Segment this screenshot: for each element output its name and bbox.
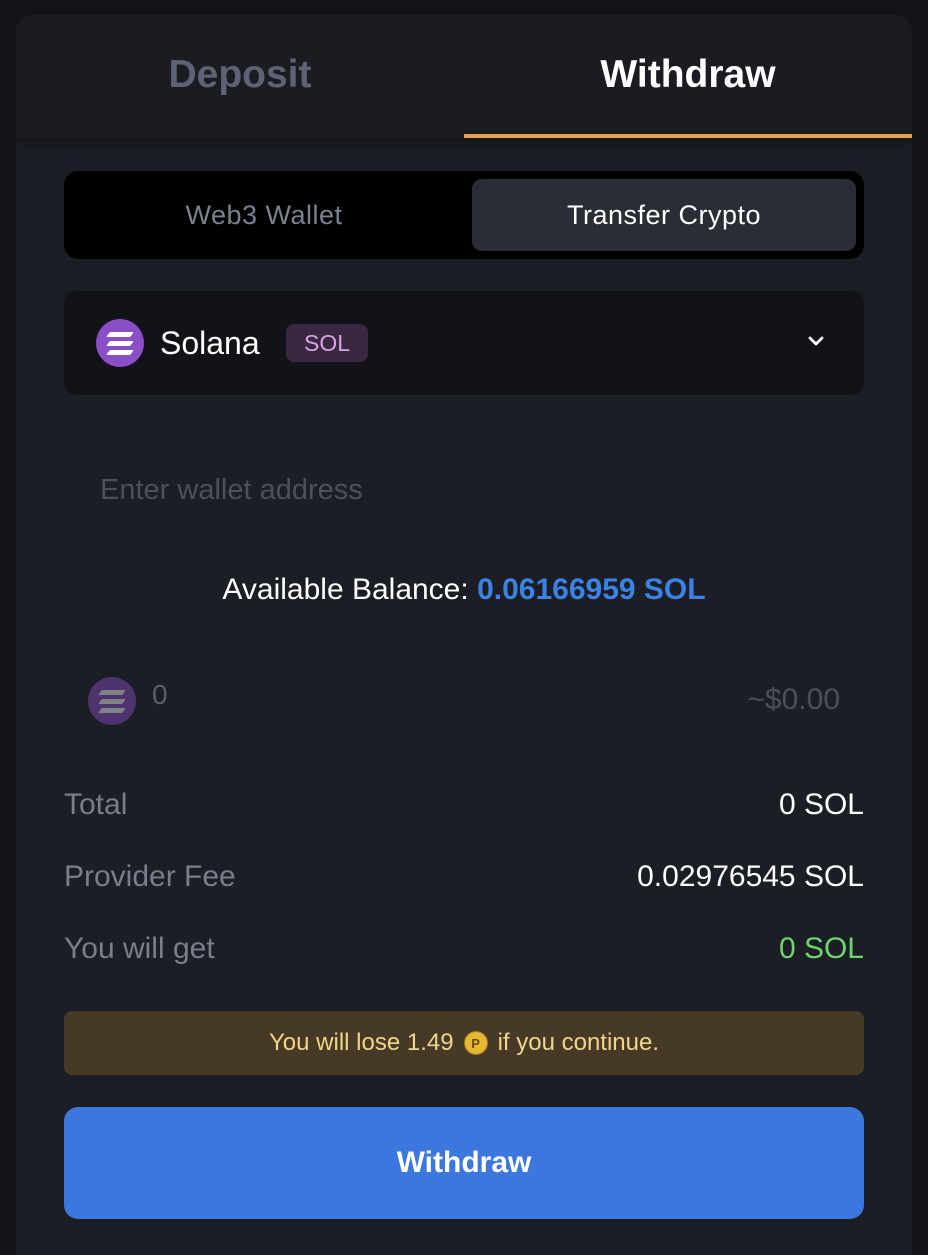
amount-value[interactable]: 0 bbox=[152, 679, 168, 711]
you-will-get-value: 0 SOL bbox=[778, 932, 864, 965]
provider-fee-value: 0.02976545 SOL bbox=[637, 860, 864, 893]
tab-withdraw[interactable]: Withdraw bbox=[464, 15, 912, 135]
points-coin-icon: P bbox=[463, 1031, 488, 1055]
coin-symbol-badge: SOL bbox=[286, 324, 369, 362]
amount-usd-value: ~$0.00 bbox=[747, 683, 840, 716]
provider-fee-label: Provider Fee bbox=[64, 860, 236, 893]
tab-bar: Deposit Withdraw bbox=[16, 15, 912, 138]
total-label: Total bbox=[64, 788, 128, 821]
total-value: 0 SOL bbox=[778, 788, 864, 821]
coin-name: Solana bbox=[160, 325, 260, 361]
method-web3-wallet[interactable]: Web3 Wallet bbox=[72, 179, 456, 251]
available-balance-value[interactable]: 0.06166959 SOL bbox=[477, 573, 706, 606]
tab-deposit[interactable]: Deposit bbox=[16, 15, 464, 135]
active-tab-indicator bbox=[464, 134, 912, 138]
coin-select-dropdown[interactable]: Solana SOL bbox=[64, 291, 864, 395]
loss-warning-banner: You will lose 1.49 P if you continue. bbox=[64, 1011, 864, 1075]
summary-receive-row: You will get 0 SOL bbox=[64, 932, 864, 976]
summary-total-row: Total 0 SOL bbox=[64, 788, 864, 832]
wallet-address-input[interactable] bbox=[80, 455, 840, 525]
summary-fee-row: Provider Fee 0.02976545 SOL bbox=[64, 860, 864, 904]
solana-icon bbox=[88, 677, 136, 725]
available-balance: Available Balance: 0.06166959 SOL bbox=[16, 573, 912, 607]
method-transfer-crypto[interactable]: Transfer Crypto bbox=[472, 179, 856, 251]
you-will-get-label: You will get bbox=[64, 932, 215, 965]
available-balance-label: Available Balance: bbox=[222, 573, 469, 606]
warning-prefix: You will lose 1.49 bbox=[268, 1029, 454, 1056]
withdraw-method-toggle: Web3 Wallet Transfer Crypto bbox=[64, 171, 864, 259]
withdraw-button[interactable]: Withdraw bbox=[64, 1107, 864, 1219]
chevron-down-icon bbox=[808, 336, 824, 346]
withdraw-panel: Deposit Withdraw Web3 Wallet Transfer Cr… bbox=[16, 15, 912, 1255]
warning-suffix: if you continue. bbox=[497, 1029, 659, 1056]
solana-icon bbox=[96, 319, 144, 367]
amount-input-row[interactable]: 0 ~$0.00 bbox=[64, 663, 864, 743]
